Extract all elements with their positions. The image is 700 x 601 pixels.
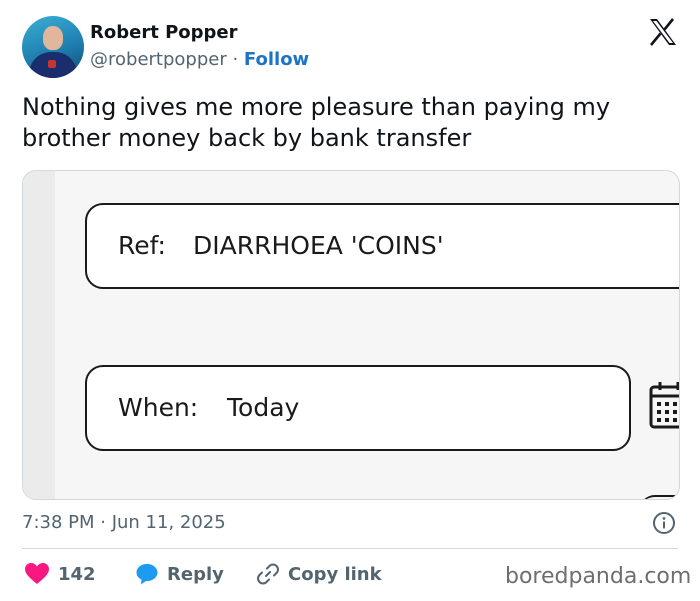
reply-button[interactable]: Reply bbox=[135, 562, 224, 586]
reply-label: Reply bbox=[167, 563, 224, 585]
next-field-edge bbox=[639, 495, 679, 499]
watermark: boredpanda.com bbox=[505, 564, 692, 589]
avatar-head bbox=[43, 26, 63, 50]
copy-link-label: Copy link bbox=[288, 563, 382, 585]
tweet-media[interactable]: Ref: DIARRHOEA 'COINS' When: Today bbox=[22, 170, 680, 500]
info-icon[interactable] bbox=[652, 511, 676, 535]
media-left-strip bbox=[23, 171, 55, 499]
heart-icon bbox=[25, 563, 49, 584]
divider bbox=[22, 548, 678, 549]
when-value: Today bbox=[227, 393, 300, 422]
follow-button[interactable]: Follow bbox=[244, 49, 309, 70]
reference-label: Ref: bbox=[118, 231, 166, 260]
handle-separator: · bbox=[226, 49, 244, 70]
avatar[interactable] bbox=[22, 16, 84, 78]
reference-field: Ref: DIARRHOEA 'COINS' bbox=[85, 203, 679, 289]
reference-value: DIARRHOEA 'COINS' bbox=[193, 231, 444, 260]
x-logo-icon[interactable] bbox=[648, 18, 678, 46]
link-icon bbox=[257, 563, 279, 585]
author-name[interactable]: Robert Popper bbox=[90, 22, 237, 43]
when-field: When: Today bbox=[85, 365, 631, 451]
tweet-text: Nothing gives me more pleasure than payi… bbox=[22, 93, 611, 152]
tweet-timestamp[interactable]: 7:38 PM · Jun 11, 2025 bbox=[22, 512, 226, 533]
author-handle-line: @robertpopper · Follow bbox=[90, 49, 309, 70]
calendar-icon bbox=[649, 382, 679, 429]
copy-link-button[interactable]: Copy link bbox=[256, 562, 382, 586]
when-label: When: bbox=[118, 393, 199, 422]
avatar-badge bbox=[48, 60, 56, 68]
author-handle[interactable]: @robertpopper bbox=[90, 49, 227, 70]
like-count: 142 bbox=[58, 563, 96, 585]
reply-bubble-icon bbox=[136, 564, 158, 585]
like-button[interactable]: 142 bbox=[24, 562, 96, 586]
